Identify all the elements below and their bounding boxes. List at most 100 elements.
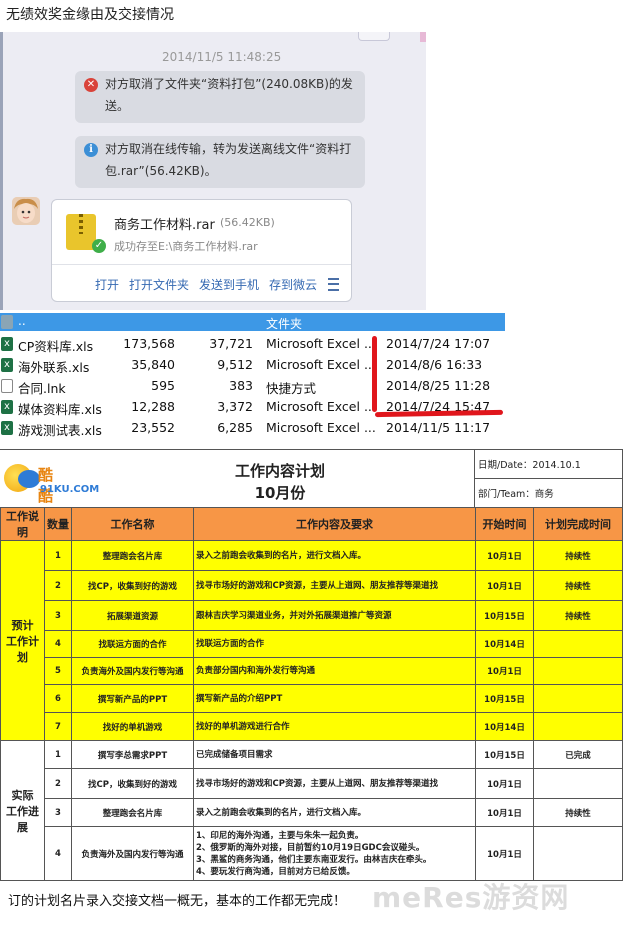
header-divider — [474, 478, 622, 479]
file-row-date: 2014/7/24 17:07 — [386, 336, 491, 351]
start-date-cell: 10月1日 — [475, 768, 534, 799]
parent-folder-row[interactable]: .. 文件夹 — [0, 313, 505, 331]
file-row-size: 173,568 — [123, 336, 175, 351]
finish-status-cell: 持续性 — [533, 570, 623, 601]
row-number-cell: 3 — [44, 798, 72, 827]
cancel-icon: ✕ — [84, 78, 98, 92]
table-row: 6 撰写新产品的PPT 撰写新产品的介绍PPT 10月15日 — [1, 684, 623, 713]
column-header: 计划完成时间 — [533, 507, 623, 541]
file-row-packed: 37,721 — [209, 336, 253, 351]
file-row-date: 2014/8/6 16:33 — [386, 357, 483, 372]
row-number-cell: 7 — [44, 712, 72, 741]
start-date-cell: 10月1日 — [475, 798, 534, 827]
table-header-row: 工作说明 数量 工作名称 工作内容及要求 开始时间 计划完成时间 — [0, 507, 623, 541]
start-date-cell: 10月1日 — [475, 657, 534, 685]
card-divider — [52, 264, 351, 265]
open-file-link[interactable]: 打开 — [95, 276, 119, 293]
category-cell: 预计 工作计划 — [0, 540, 45, 741]
file-row-type: 快捷方式 — [266, 381, 317, 396]
column-header: 工作说明 — [0, 507, 45, 541]
file-row[interactable]: 海外联系.xls 35,840 9,512 Microsoft Excel ..… — [0, 355, 505, 376]
start-date-cell: 10月15日 — [475, 740, 534, 769]
work-plan-table: 工作说明 数量 工作名称 工作内容及要求 开始时间 计划完成时间 预计 工作计划… — [0, 507, 623, 881]
file-row-name: 媒体资料库.xls — [18, 402, 102, 417]
row-number-cell: 3 — [44, 600, 72, 631]
file-name: 商务工作材料.rar — [114, 218, 215, 233]
task-name-cell: 找好的单机游戏 — [71, 712, 194, 741]
task-content-cell: 跟林吉庆学习渠道业务，并对外拓展渠道推广等资源 — [193, 600, 476, 631]
system-message-offline: i 对方取消在线传输，转为发送离线文件“资料打包.rar”(56.42KB)。 — [75, 136, 365, 188]
task-name-cell: 拓展渠道资源 — [71, 600, 194, 631]
task-name-cell: 找CP，收集到好的游戏 — [71, 570, 194, 601]
file-row-size: 595 — [151, 378, 175, 393]
start-date-cell: 10月15日 — [475, 600, 534, 631]
file-row-size: 12,288 — [131, 399, 175, 414]
archive-file-list: .. 文件夹 CP资料库.xls 173,568 37,721 Microsof… — [0, 313, 505, 443]
shortcut-icon — [1, 379, 13, 393]
start-date-cell: 10月14日 — [475, 630, 534, 658]
file-row-type: Microsoft Excel ... — [266, 420, 376, 435]
table-row: 4 找联运方面的合作 找联运方面的合作 10月14日 — [1, 630, 623, 658]
task-content-cell: 找联运方面的合作 — [193, 630, 476, 658]
chat-side-decoration — [420, 32, 426, 42]
save-to-weiyun-link[interactable]: 存到微云 — [269, 276, 317, 293]
task-name-cell: 找联运方面的合作 — [71, 630, 194, 658]
finish-status-cell — [533, 826, 623, 881]
task-content-cell: 找寻市场好的游戏和CP资源，主要从上道网、朋友推荐等渠道找 — [193, 768, 476, 799]
task-content-cell: 录入之前跑会收集到的名片，进行文档入库。 — [193, 798, 476, 827]
row-number-cell: 4 — [44, 826, 72, 881]
plan-table-body: 预计 工作计划 1 整理跑会名片库 录入之前跑会收集到的名片，进行文档入库。 10月1日… — [0, 540, 623, 881]
message-timestamp: 2014/11/5 11:48:25 — [162, 50, 282, 64]
row-number-cell: 6 — [44, 684, 72, 713]
file-save-status: 成功存至E:\商务工作材料.rar — [114, 240, 258, 253]
column-header: 工作名称 — [71, 507, 194, 541]
row-number-cell: 2 — [44, 768, 72, 799]
task-name-cell: 负责海外及国内发行等沟通 — [71, 826, 194, 881]
finish-status-cell: 持续性 — [533, 798, 623, 827]
file-row[interactable]: 游戏测试表.xls 23,552 6,285 Microsoft Excel .… — [0, 418, 505, 439]
table-row: 预计 工作计划 1 整理跑会名片库 录入之前跑会收集到的名片，进行文档入库。 10月1日… — [0, 540, 623, 741]
open-folder-link[interactable]: 打开文件夹 — [129, 276, 189, 293]
sheet-department: 部门/Team：商务 — [478, 489, 554, 500]
file-row-name: 合同.lnk — [18, 381, 66, 396]
finish-status-cell: 持续性 — [533, 540, 623, 571]
task-name-cell: 撰写李总需求PPT — [71, 740, 194, 769]
sheet-month: 10月份 — [254, 484, 306, 502]
chat-collapse-tab[interactable] — [358, 32, 390, 41]
file-row-name: CP资料库.xls — [18, 339, 94, 354]
row-number-cell: 2 — [44, 570, 72, 601]
file-row-date: 2014/8/25 11:28 — [386, 378, 491, 393]
task-name-cell: 撰写新产品的PPT — [71, 684, 194, 713]
start-date-cell: 10月1日 — [475, 570, 534, 601]
table-row: 7 找好的单机游戏 找好的单机游戏进行合作 10月14日 — [1, 712, 623, 741]
file-row[interactable]: 合同.lnk 595 383 快捷方式 2014/8/25 11:28 — [0, 376, 505, 397]
file-row-packed: 9,512 — [217, 357, 253, 372]
file-row-name: 游戏测试表.xls — [18, 423, 102, 438]
task-content-cell: 找好的单机游戏进行合作 — [193, 712, 476, 741]
task-name-cell: 找CP，收集到好的游戏 — [71, 768, 194, 799]
chat-left-border — [0, 32, 3, 310]
table-row: 实际 工作进展 1 撰写李总需求PPT 已完成储备项目需求 10月15日 已完成 — [0, 740, 623, 881]
excel-icon — [1, 400, 13, 414]
row-number-cell: 1 — [44, 740, 72, 769]
excel-icon — [1, 421, 13, 435]
file-row-name: 海外联系.xls — [18, 360, 90, 375]
menu-icon[interactable] — [328, 278, 339, 291]
system-message-cancel-text: 对方取消了文件夹“资料打包”(240.08KB)的发送。 — [105, 77, 353, 113]
avatar[interactable] — [12, 197, 40, 225]
header-divider — [474, 450, 475, 508]
task-name-cell: 整理跑会名片库 — [71, 540, 194, 571]
system-message-cancel: ✕ 对方取消了文件夹“资料打包”(240.08KB)的发送。 — [75, 71, 365, 123]
info-icon: i — [84, 143, 98, 157]
table-row: 5 负责海外及国内发行等沟通 负责部分国内和海外发行等沟通 10月1日 — [1, 657, 623, 685]
send-to-phone-link[interactable]: 发送到手机 — [199, 276, 259, 293]
start-date-cell: 10月15日 — [475, 684, 534, 713]
task-content-cell: 录入之前跑会收集到的名片，进行文档入库。 — [193, 540, 476, 571]
file-row[interactable]: CP资料库.xls 173,568 37,721 Microsoft Excel… — [0, 334, 505, 355]
finish-status-cell: 已完成 — [533, 740, 623, 769]
task-name-cell: 整理跑会名片库 — [71, 798, 194, 827]
file-transfer-card: ✓ 商务工作材料.rar (56.42KB) 成功存至E:\商务工作材料.rar… — [51, 199, 352, 302]
table-row: 4 负责海外及国内发行等沟通 1、印尼的海外沟通，主要与朱朱一起负责。 2、俄罗斯的… — [1, 826, 623, 881]
table-row: 2 找CP，收集到好的游戏 找寻市场好的游戏和CP资源，主要从上道网、朋友推荐等渠道… — [1, 570, 623, 601]
file-row-date: 2014/11/5 11:17 — [386, 420, 491, 435]
